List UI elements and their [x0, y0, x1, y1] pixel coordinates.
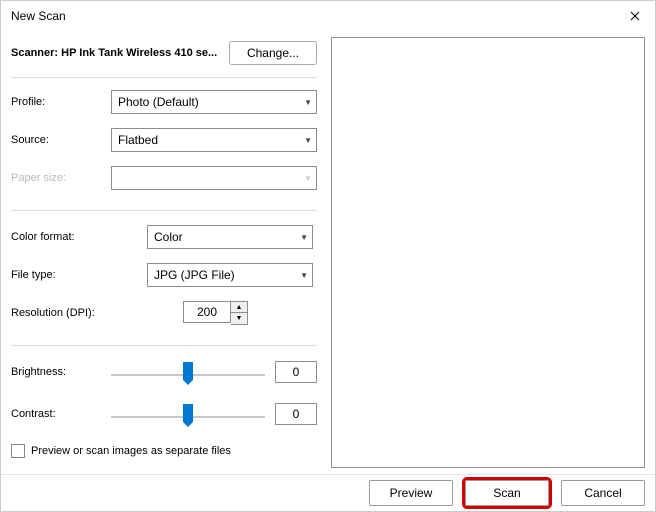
brightness-input[interactable] [275, 361, 317, 383]
contrast-label: Contrast: [11, 408, 111, 420]
spin-down-button[interactable]: ▼ [231, 313, 247, 324]
titlebar: New Scan [1, 1, 655, 31]
source-label: Source: [11, 134, 111, 146]
resolution-input[interactable] [183, 301, 231, 323]
footer: Preview Scan Cancel [1, 474, 655, 511]
chevron-down-icon: ▼ [304, 174, 312, 183]
spin-up-button[interactable]: ▲ [231, 302, 247, 313]
separate-files-label: Preview or scan images as separate files [31, 445, 231, 457]
resolution-label: Resolution (DPI): [11, 307, 147, 319]
source-select[interactable]: Flatbed ▼ [111, 128, 317, 152]
settings-panel: Scanner: HP Ink Tank Wireless 410 se... … [1, 31, 329, 474]
divider [11, 77, 317, 78]
profile-value: Photo (Default) [118, 95, 199, 109]
brightness-slider[interactable] [111, 360, 265, 384]
scanner-label: Scanner: HP Ink Tank Wireless 410 se... [11, 47, 217, 59]
file-type-value: JPG (JPG File) [154, 268, 235, 282]
chevron-down-icon: ▼ [300, 233, 308, 242]
chevron-down-icon: ▼ [300, 271, 308, 280]
profile-select[interactable]: Photo (Default) ▼ [111, 90, 317, 114]
cancel-button[interactable]: Cancel [561, 480, 645, 506]
paper-size-label: Paper size: [11, 172, 111, 184]
separate-files-checkbox[interactable] [11, 444, 25, 458]
resolution-spinner: ▲ ▼ [231, 301, 248, 325]
chevron-down-icon: ▼ [304, 98, 312, 107]
close-icon [630, 11, 640, 21]
preview-area [331, 37, 645, 468]
color-format-label: Color format: [11, 231, 147, 243]
preview-button[interactable]: Preview [369, 480, 453, 506]
change-button[interactable]: Change... [229, 41, 317, 65]
slider-thumb[interactable] [183, 362, 193, 380]
paper-size-select: ▼ [111, 166, 317, 190]
file-type-label: File type: [11, 269, 147, 281]
contrast-slider[interactable] [111, 402, 265, 426]
slider-thumb[interactable] [183, 404, 193, 422]
color-format-select[interactable]: Color ▼ [147, 225, 313, 249]
color-format-value: Color [154, 230, 183, 244]
close-button[interactable] [615, 1, 655, 31]
brightness-label: Brightness: [11, 366, 111, 378]
file-type-select[interactable]: JPG (JPG File) ▼ [147, 263, 313, 287]
contrast-input[interactable] [275, 403, 317, 425]
divider [11, 210, 317, 211]
scan-button[interactable]: Scan [465, 480, 549, 506]
chevron-down-icon: ▼ [304, 136, 312, 145]
profile-label: Profile: [11, 96, 111, 108]
divider [11, 345, 317, 346]
window-title: New Scan [11, 9, 66, 23]
source-value: Flatbed [118, 133, 158, 147]
content-area: Scanner: HP Ink Tank Wireless 410 se... … [1, 31, 655, 474]
